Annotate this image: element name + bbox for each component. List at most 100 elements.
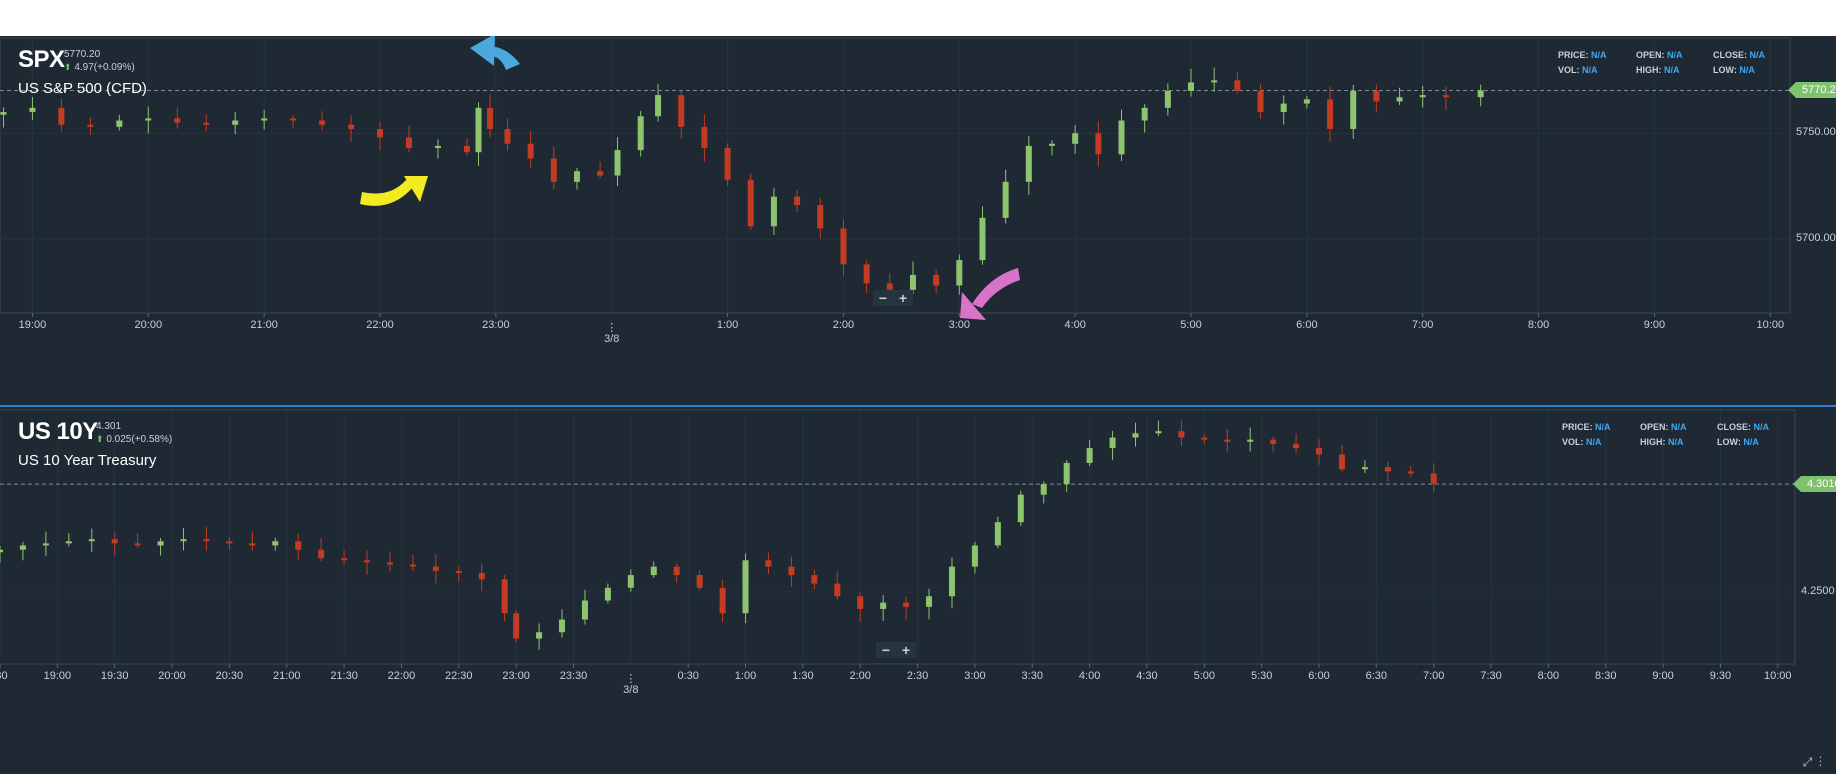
spx-change: 4.97 [74,62,94,73]
candle-body [604,587,611,601]
yellow-annotation-arrow [360,176,428,206]
ohlc-label: LOW: [1713,65,1737,75]
candle-body [956,260,963,286]
ohlc-label: HIGH: [1640,437,1666,447]
x-tick-label: 3:00 [948,319,971,331]
candle-body [290,118,297,121]
chart-app: SPX 5770.20 ⬆ 4.97(+0.09%) US S&P 500 (C… [0,36,1836,774]
zoom-out-button[interactable]: − [873,290,893,306]
candle-body [863,264,870,284]
candle-body [857,596,864,609]
candle-body [880,602,887,609]
candle-body [627,575,634,588]
pane-divider[interactable] [0,405,1836,407]
candle-body [1017,494,1024,523]
us10y-zoom-controls: − + [876,642,916,658]
candle-body [434,145,441,148]
x-tick-label: 8:00 [1527,319,1550,331]
x-tick-label: 0:30 [677,670,699,682]
candle-body [1384,467,1391,472]
candle-body [1072,133,1079,144]
candle-body [1293,443,1300,449]
spx-symbol: SPX [18,46,65,73]
candle-body [409,564,416,567]
candle-body [701,126,708,148]
x-tick-label: 6:00 [1296,319,1318,331]
us10y-candlestick-svg[interactable] [0,408,1836,774]
last-price-badge: 4.3010 [1793,476,1836,493]
candle-body [1086,448,1093,463]
candle-body [1109,437,1116,449]
spx-change-pct: (+0.09%) [93,62,135,73]
x-tick-label: 21:00 [272,670,301,682]
spx-long-name: US S&P 500 (CFD) [18,80,147,97]
candle-body [1280,103,1287,113]
x-tick-label: 10:00 [1764,670,1792,682]
candle-body [817,205,824,229]
y-tick-label: 4.2500 [1801,585,1835,598]
ohlc-value: N/A [1595,422,1611,432]
spx-candlestick-svg[interactable] [0,36,1836,404]
candle-body [65,541,72,544]
candle-body [536,632,543,639]
x-tick-label: 23:00 [502,670,530,682]
zoom-in-button[interactable]: + [893,290,913,306]
candle-body [724,148,731,180]
candle-body [180,539,187,542]
x-tick-label: 7:00 [1412,319,1434,331]
ohlc-value: N/A [1749,50,1766,60]
x-tick-label: 10:00 [1756,319,1785,331]
candle-body [318,549,325,559]
candle-body [455,570,462,573]
candle-body [933,274,940,286]
candle-body [0,112,7,115]
ohlc-value: N/A [1743,437,1759,447]
x-tick-label: 1:00 [734,670,757,682]
candle-body [1063,462,1070,485]
candle-body [432,566,439,571]
candle-body [994,522,1001,546]
candle-body [1025,145,1032,182]
x-tick-label: 5:00 [1193,670,1216,682]
candle-body [1164,90,1171,108]
candle-body [1188,82,1195,91]
candle-body [501,579,508,614]
ohlc-value: N/A [1667,50,1683,60]
candle-body [319,120,326,125]
candle-body [1316,448,1323,455]
us10y-chart-pane[interactable]: US 10Y 4.301 ⬆ 0.025(+0.58%) US 10 Year … [0,408,1836,774]
more-menu-icon[interactable]: ⋮ [1819,755,1822,769]
spx-chart-pane[interactable]: SPX 5770.20 ⬆ 4.97(+0.09%) US S&P 500 (C… [0,36,1836,404]
candle-body [696,575,703,588]
candle-body [0,549,3,553]
x-tick-label: 22:00 [366,319,394,331]
candle-body [1247,439,1254,442]
candle-body [475,107,482,153]
ohlc-value: N/A [1739,65,1755,75]
us10y-change-pct: (+0.58%) [131,434,173,445]
candle-body [513,613,520,639]
candle-body [29,107,36,113]
candle-body [1270,439,1277,444]
candle-body [203,539,210,542]
us10y-price-box: 4.301 ⬆ 0.025(+0.58%) [96,421,172,446]
candle-body [87,124,94,127]
x-tick-label: 2:30 [906,670,929,682]
x-tick-label: 23:00 [482,319,510,331]
zoom-in-button[interactable]: + [896,642,916,658]
ohlc-value: N/A [1586,437,1602,447]
zoom-out-button[interactable]: − [876,642,896,658]
candle-body [272,541,279,546]
candle-body [377,128,384,138]
candle-body [1040,484,1047,495]
spx-last-price: 5770.20 [64,49,101,60]
expand-icon[interactable]: ⤢ [1803,755,1813,769]
candle-body [719,587,726,614]
candle-body [348,124,355,129]
x-tick-label: 21:00 [250,319,278,331]
x-tick-label: 7:30 [1480,670,1502,682]
candle-body [811,575,818,584]
x-tick-label: 21:30 [330,670,358,682]
plot-area [0,37,1791,314]
candle-body [232,120,239,125]
